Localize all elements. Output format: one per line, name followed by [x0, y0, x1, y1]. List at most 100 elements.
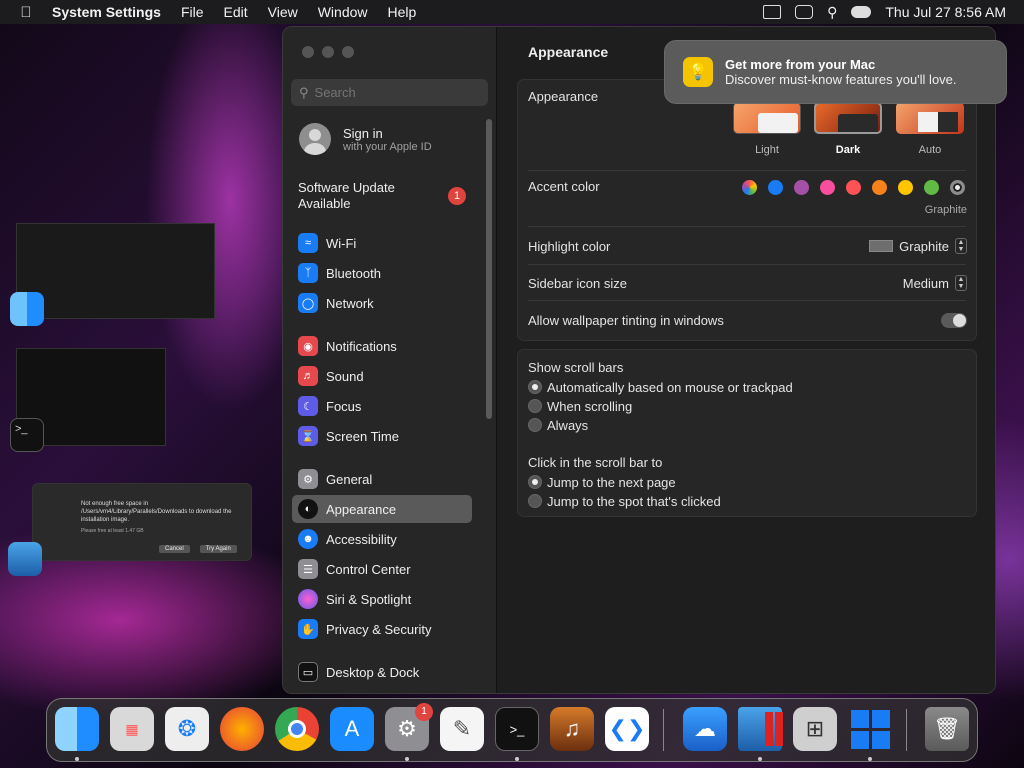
garageband-dock-icon[interactable]: ♫	[550, 707, 594, 751]
bluetooth-icon: ᛉ	[298, 263, 318, 283]
chevron-updown-icon: ▲ ▼	[955, 275, 967, 291]
sidebar-item-network[interactable]: ◯ Network	[292, 289, 472, 317]
windows-dock-icon[interactable]	[848, 707, 892, 751]
sidebar-scrollbar[interactable]	[486, 119, 492, 419]
menu-clock[interactable]: Thu Jul 27 8:56 AM	[885, 4, 1006, 20]
parallels-desktop-icon[interactable]	[8, 542, 42, 576]
sidebar-item-desktop-dock[interactable]: ▭ Desktop & Dock	[292, 658, 472, 686]
running-indicator	[405, 757, 409, 761]
sidebar-item-sound[interactable]: ♬ Sound	[292, 362, 472, 390]
sidebar-item-privacy-security[interactable]: ✋ Privacy & Security	[292, 615, 472, 643]
app-menu[interactable]: System Settings	[52, 4, 171, 20]
appearance-icon: ◐	[298, 499, 318, 519]
sidebar-icon-size-popup[interactable]: Medium ▲ ▼	[903, 275, 967, 291]
accent-color-swatch[interactable]	[846, 180, 861, 195]
search-field[interactable]: ⚲	[291, 79, 488, 106]
dialog-cancel-button[interactable]: Cancel	[159, 545, 190, 553]
radio-scroll-always-label[interactable]: Always	[547, 418, 588, 433]
wallpaper-tinting-toggle[interactable]	[941, 313, 967, 328]
appearance-option-light[interactable]	[733, 102, 801, 134]
control-center-icon[interactable]	[851, 6, 872, 18]
firefox-dock-icon[interactable]	[220, 707, 264, 751]
stage-manager-icon[interactable]	[763, 5, 782, 19]
menu-file[interactable]: File	[171, 4, 214, 20]
safari-dock-icon[interactable]: ❂	[165, 707, 209, 751]
textedit-dock-icon[interactable]: ✎	[440, 707, 484, 751]
accent-color-swatch[interactable]	[794, 180, 809, 195]
radio-jump-to-spot-label[interactable]: Jump to the spot that's clicked	[547, 494, 721, 509]
sidebar-item-focus[interactable]: ☾ Focus	[292, 392, 472, 420]
sidebar-item-appearance[interactable]: ◐ Appearance	[292, 495, 472, 523]
sidebar-item-control-center[interactable]: ☰ Control Center	[292, 555, 472, 583]
close-button[interactable]	[302, 46, 314, 58]
launchpad-dock-icon[interactable]: ▦	[110, 707, 154, 751]
appearance-label: Appearance	[528, 89, 599, 104]
appearance-option-auto[interactable]	[896, 102, 964, 134]
boot-camp-dock-icon[interactable]: ⊞	[793, 707, 837, 751]
search-input[interactable]	[314, 85, 475, 100]
menu-view[interactable]: View	[258, 4, 308, 20]
trash-dock-icon[interactable]: 🗑	[925, 707, 969, 751]
sidebar-item-label: Network	[326, 295, 374, 311]
radio-scroll-automatic-label[interactable]: Automatically based on mouse or trackpad	[547, 380, 793, 395]
sidebar-item-label: Privacy & Security	[326, 621, 432, 637]
highlight-color-popup[interactable]: Graphite ▲ ▼	[869, 238, 967, 254]
zoom-button[interactable]	[342, 46, 354, 58]
siri-icon	[298, 589, 318, 609]
radio-scroll-when-scrolling[interactable]	[528, 399, 542, 413]
appearance-option-label: Dark	[835, 144, 861, 156]
sidebar-item-notifications[interactable]: ◉ Notifications	[292, 332, 472, 360]
sidebar-item-accessibility[interactable]: ☻ Accessibility	[292, 525, 472, 553]
appearance-option-dark[interactable]	[814, 102, 882, 134]
divider	[528, 300, 966, 301]
dialog-message: Not enough free space in /Users/vm4/Libr…	[81, 501, 232, 523]
sidebar-item-general[interactable]: ⚙ General	[292, 465, 472, 493]
show-scroll-bars-label: Show scroll bars	[528, 360, 624, 375]
sidebar-icon-size-value: Medium	[902, 275, 949, 291]
radio-scroll-automatic[interactable]	[528, 380, 542, 394]
scroll-bars-group: Show scroll bars Automatically based on …	[517, 349, 977, 517]
radio-jump-to-spot[interactable]	[528, 494, 542, 508]
notification-banner[interactable]: 💡 Get more from your Mac Discover must-k…	[664, 40, 1007, 104]
apple-menu-icon[interactable]: 	[0, 4, 52, 21]
minimize-button[interactable]	[322, 46, 334, 58]
sidebar-item-siri-spotlight[interactable]: Siri & Spotlight	[292, 585, 472, 613]
terminal-dock-icon[interactable]: >_	[495, 707, 539, 751]
radio-scroll-always[interactable]	[528, 418, 542, 432]
weather-dock-icon[interactable]: ☁	[683, 707, 727, 751]
radio-jump-next-page-label[interactable]: Jump to the next page	[547, 475, 676, 490]
menu-edit[interactable]: Edit	[214, 4, 258, 20]
finder-dock-icon[interactable]	[55, 707, 99, 751]
sidebar-item-label: Desktop & Dock	[326, 664, 420, 680]
vscode-dock-icon[interactable]: ❮❯	[605, 707, 649, 751]
apple-id-sign-in[interactable]: Sign in with your Apple ID	[299, 123, 432, 155]
spotlight-search-icon[interactable]: ⚲	[827, 4, 837, 21]
accent-color-swatch[interactable]	[898, 180, 913, 195]
accent-color-swatch[interactable]	[742, 180, 757, 195]
sidebar-item-wifi[interactable]: ≈ Wi-Fi	[292, 229, 472, 257]
parallels-dock-icon[interactable]	[738, 707, 782, 751]
sidebar-item-screen-time[interactable]: ⌛ Screen Time	[292, 422, 472, 450]
accent-color-swatch[interactable]	[820, 180, 835, 195]
accent-color-swatch[interactable]	[950, 180, 965, 195]
menu-window[interactable]: Window	[308, 4, 378, 20]
dialog-try-again-button[interactable]: Try Again	[199, 545, 237, 553]
display-icon[interactable]	[795, 5, 814, 19]
accent-color-swatch[interactable]	[872, 180, 887, 195]
app-store-dock-icon[interactable]: A	[330, 707, 374, 751]
running-indicator	[868, 757, 872, 761]
parallels-dialog-thumbnail[interactable]: Not enough free space in /Users/vm4/Libr…	[32, 483, 252, 561]
sign-in-subtitle: with your Apple ID	[343, 140, 432, 153]
sidebar-item-bluetooth[interactable]: ᛉ Bluetooth	[292, 259, 472, 287]
chrome-dock-icon[interactable]	[275, 707, 319, 751]
radio-scroll-when-scrolling-label[interactable]: When scrolling	[547, 399, 632, 414]
running-indicator	[75, 757, 79, 761]
running-indicator	[758, 757, 762, 761]
finder-icon[interactable]	[10, 292, 44, 326]
menu-help[interactable]: Help	[378, 4, 427, 20]
terminal-icon[interactable]: >_	[10, 418, 44, 452]
radio-jump-next-page[interactable]	[528, 475, 542, 489]
desktop-window-thumbnail[interactable]	[16, 223, 215, 319]
accent-color-swatch[interactable]	[924, 180, 939, 195]
accent-color-swatch[interactable]	[768, 180, 783, 195]
